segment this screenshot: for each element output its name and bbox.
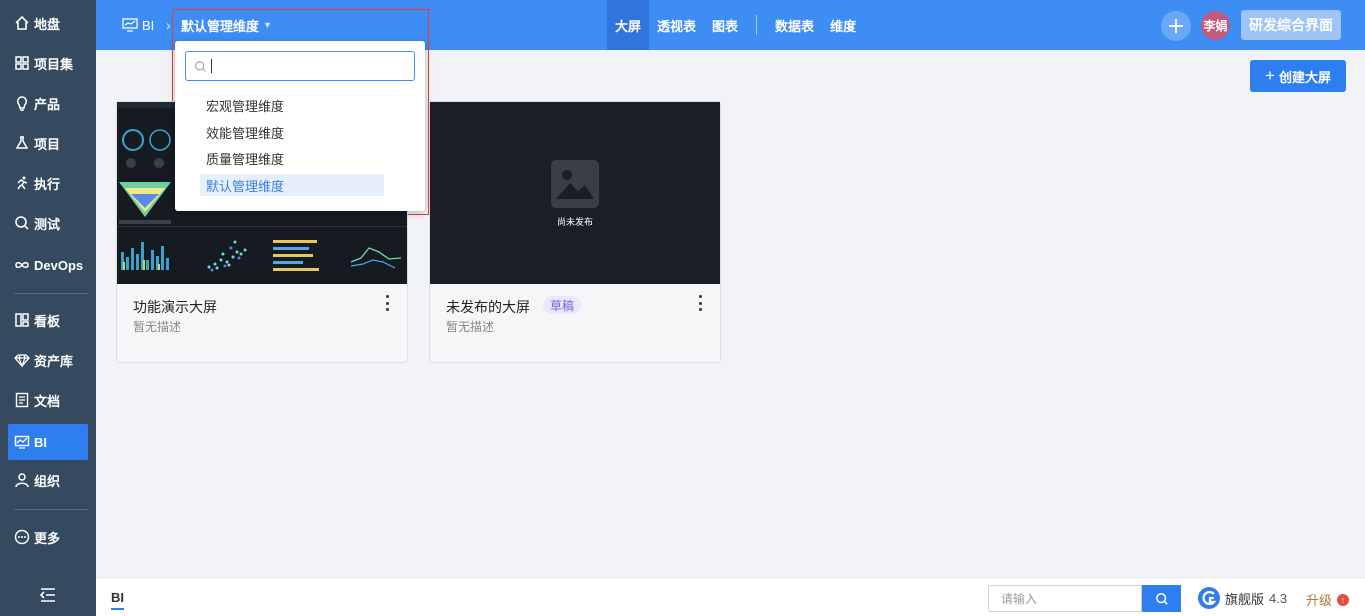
tab-datatable[interactable]: 数据表 [767,0,822,50]
tab-screen[interactable]: 大屏 [607,0,650,50]
main-tabs: 大屏 透视表 图表 数据表 维度 [607,0,864,50]
avatar[interactable]: 李娟 [1201,11,1230,40]
screen-card[interactable]: 尚未发布 未发布的大屏 草稿 暂无描述 [429,101,721,363]
sidebar-item-label: 项目集 [34,56,74,72]
monitor-chart-icon [14,435,30,449]
add-button[interactable] [1161,11,1191,41]
dropdown-option[interactable]: 质量管理维度 [200,147,384,169]
sidebar-item-label: DevOps [34,257,84,273]
person-icon [15,473,29,488]
sidebar-item-label: 资产库 [34,353,74,369]
breadcrumb-label: BI [142,17,155,33]
sidebar-item-label: 地盘 [34,16,61,32]
screen-card-description: 暂无描述 [133,320,182,334]
monitor-chart-icon [122,18,138,32]
flask-icon [15,136,29,149]
sidebar-item-project[interactable]: 项目 [8,125,88,161]
sidebar-item-label: 更多 [34,530,61,546]
sidebar-item-label: 项目 [34,136,61,152]
arrow-up-icon: ↑ [1337,593,1350,606]
sidebar-item-product[interactable]: 产品 [8,85,88,121]
text-cursor [211,59,212,73]
version-label: 4.3 [1269,590,1288,606]
search-icon [15,216,29,230]
edition-info: 旗舰版 4.3 [1197,586,1287,610]
sidebar-item-label: BI [34,434,47,450]
create-screen-button[interactable]: + 创建大屏 [1250,60,1346,92]
tab-divider [756,15,758,35]
search-icon [1155,592,1168,605]
tab-dimension[interactable]: 维度 [822,0,864,50]
more-vertical-icon[interactable] [696,295,704,311]
grid-icon [15,56,29,70]
unpublished-placeholder: 尚未发布 [430,102,720,284]
sidebar-item-devops[interactable]: DevOps [8,247,88,283]
sidebar-item-label: 组织 [34,473,61,489]
sidebar-item-kanban[interactable]: 看板 [8,302,88,338]
sidebar-item-assets[interactable]: 资产库 [8,342,88,378]
dropdown-search-input[interactable] [185,51,415,81]
create-screen-label: 创建大屏 [1278,69,1331,85]
plus-icon [1169,19,1183,33]
document-icon [15,392,29,408]
sidebar-item-org[interactable]: 组织 [8,462,88,498]
sidebar-item-label: 测试 [34,216,61,232]
footer-search-button[interactable] [1142,585,1181,612]
sidebar-item-test[interactable]: 测试 [8,205,88,241]
sidebar-item-label: 产品 [34,96,61,112]
home-icon [15,15,29,30]
sidebar-item-more[interactable]: 更多 [8,519,88,555]
image-placeholder-icon [551,159,599,208]
sidebar-item-programs[interactable]: 项目集 [8,45,88,81]
draft-badge: 草稿 [543,296,582,314]
footer-bar: BI 请输入 旗舰版 4.3 升级 ↑ [96,577,1365,616]
diamond-icon [14,354,30,368]
footer-tab-bi[interactable]: BI [111,590,124,610]
sidebar-item-bi[interactable]: BI [8,424,88,460]
dropdown-option[interactable]: 宏观管理维度 [200,94,384,116]
breadcrumb-bi[interactable]: BI [122,0,154,50]
kanban-icon [15,313,29,327]
tab-pivot[interactable]: 透视表 [649,0,704,50]
sidebar-item-execution[interactable]: 执行 [8,165,88,201]
screen-card-title: 功能演示大屏 [133,299,217,315]
sidebar-item-label: 执行 [34,176,61,192]
upgrade-label: 升级 [1306,593,1333,608]
more-vertical-icon[interactable] [383,295,391,311]
plus-icon: + [1265,66,1275,85]
lightbulb-icon [17,96,27,111]
tab-chart[interactable]: 图表 [704,0,746,50]
upgrade-link[interactable]: 升级 ↑ [1306,590,1350,609]
dimension-dropdown: 宏观管理维度 效能管理维度 质量管理维度 默认管理维度 [175,41,425,211]
sidebar-item-docs[interactable]: 文档 [8,382,88,418]
dimension-label: 默认管理维度 [181,18,260,34]
sidebar-item-label: 看板 [34,313,61,329]
sidebar-divider [14,509,88,510]
search-icon [195,60,206,72]
workspace-button[interactable]: 研发综合界面 [1241,10,1341,40]
zentao-logo-icon [1198,587,1220,609]
footer-search-input[interactable]: 请输入 [988,585,1142,612]
sidebar: 地盘 项目集 产品 项目 执行 测试 DevOps 看板 资产库 文档 BI 组… [0,0,96,616]
caret-down-icon: ▼ [263,20,272,30]
more-circle-icon [14,529,30,545]
sidebar-item-home[interactable]: 地盘 [8,5,88,41]
edition-label: 旗舰版 [1225,591,1265,607]
screen-thumbnail: 尚未发布 [430,102,720,284]
sidebar-item-label: 文档 [34,393,61,409]
breadcrumb-separator: › [166,17,171,33]
infinity-icon [15,262,29,268]
sidebar-divider [14,293,88,294]
dropdown-option[interactable]: 效能管理维度 [200,121,384,143]
screen-card-title: 未发布的大屏 [446,299,530,315]
screen-card-description: 暂无描述 [446,320,495,334]
dropdown-option-selected[interactable]: 默认管理维度 [200,174,384,196]
unpublished-label: 尚未发布 [556,216,593,227]
collapse-menu-icon[interactable] [38,586,58,604]
run-icon [17,176,28,190]
